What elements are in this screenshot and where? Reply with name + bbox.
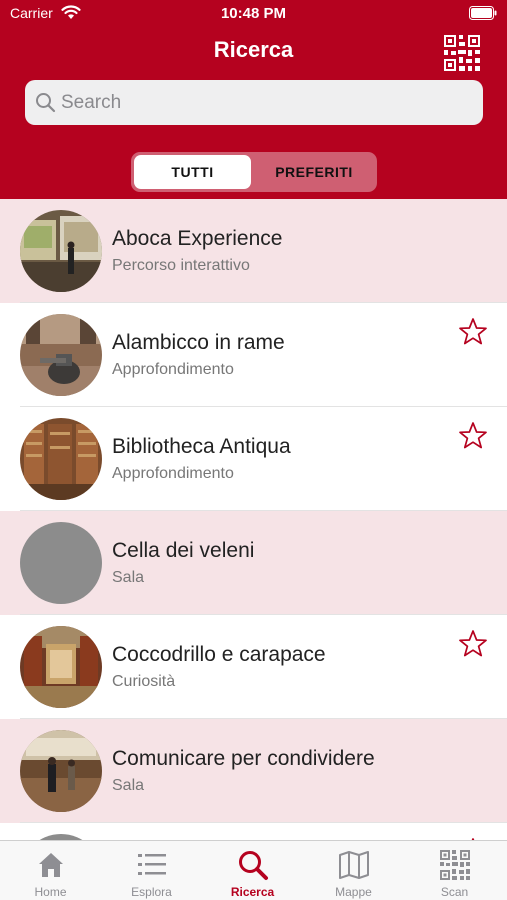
search-input[interactable] — [61, 80, 471, 125]
status-bar: Carrier 10:48 PM — [0, 0, 507, 30]
qr-code-icon[interactable] — [442, 33, 482, 73]
item-subtitle: Sala — [112, 777, 145, 794]
search-icon — [239, 851, 268, 880]
segmented-control: TUTTI PREFERITI — [131, 152, 377, 192]
tab-esplora[interactable]: Esplora — [101, 841, 202, 900]
item-subtitle: Approfondimento — [112, 361, 234, 378]
item-thumbnail — [20, 210, 102, 292]
list-item[interactable]: Cella dei veleni Sala — [0, 511, 507, 615]
list-item-partial[interactable] — [0, 823, 507, 840]
item-thumbnail-placeholder — [20, 522, 102, 604]
item-title: Bibliotheca Antiqua — [112, 435, 291, 458]
item-subtitle: Sala — [112, 569, 145, 586]
item-subtitle: Percorso interattivo — [112, 257, 250, 274]
item-title: Aboca Experience — [112, 227, 283, 250]
tab-ricerca[interactable]: Ricerca — [202, 841, 303, 900]
star-icon[interactable] — [458, 629, 488, 659]
item-thumbnail — [20, 626, 102, 708]
item-thumbnail — [20, 314, 102, 396]
results-list: Aboca Experience Percorso interattivo Al… — [0, 199, 507, 840]
segment-tutti[interactable]: TUTTI — [134, 155, 251, 189]
tab-label: Scan — [440, 885, 469, 899]
home-icon — [39, 853, 63, 877]
tab-label: Home — [34, 885, 67, 899]
segment-preferiti[interactable]: PREFERITI — [255, 155, 373, 189]
header: Carrier 10:48 PM Ricerca Search TUTTI PR… — [0, 0, 507, 199]
tab-bar: Home Esplora Ricerca Mappe Scan — [0, 840, 507, 900]
list-item[interactable]: Alambicco in rame Approfondimento — [0, 303, 507, 407]
list-item[interactable]: Bibliotheca Antiqua Approfondimento — [0, 407, 507, 511]
item-title: Alambicco in rame — [112, 331, 285, 354]
item-title: Comunicare per condividere — [112, 747, 375, 770]
tab-label: Esplora — [131, 885, 172, 899]
map-icon — [339, 851, 369, 879]
battery-icon — [469, 6, 497, 20]
list-item[interactable]: Aboca Experience Percorso interattivo — [0, 199, 507, 303]
star-icon[interactable] — [458, 421, 488, 451]
star-icon[interactable] — [458, 317, 488, 347]
status-time: 10:48 PM — [220, 5, 287, 22]
tab-mappe[interactable]: Mappe — [303, 841, 404, 900]
page-title: Ricerca — [213, 37, 294, 62]
item-thumbnail — [20, 418, 102, 500]
qr-code-icon — [440, 850, 470, 880]
tab-label: Ricerca — [230, 885, 275, 899]
tab-label: Mappe — [335, 885, 372, 899]
item-subtitle: Curiosità — [112, 673, 176, 690]
tab-scan[interactable]: Scan — [404, 841, 505, 900]
list-item[interactable]: Comunicare per condividere Sala — [0, 719, 507, 823]
item-thumbnail — [20, 730, 102, 812]
item-title: Cella dei veleni — [112, 539, 255, 562]
list-icon — [138, 854, 166, 875]
item-subtitle: Approfondimento — [112, 465, 234, 482]
item-title: Coccodrillo e carapace — [112, 643, 326, 666]
tab-home[interactable]: Home — [0, 841, 101, 900]
list-item[interactable]: Coccodrillo e carapace Curiosità — [0, 615, 507, 719]
search-icon — [36, 93, 56, 113]
search-bar[interactable] — [25, 80, 483, 125]
